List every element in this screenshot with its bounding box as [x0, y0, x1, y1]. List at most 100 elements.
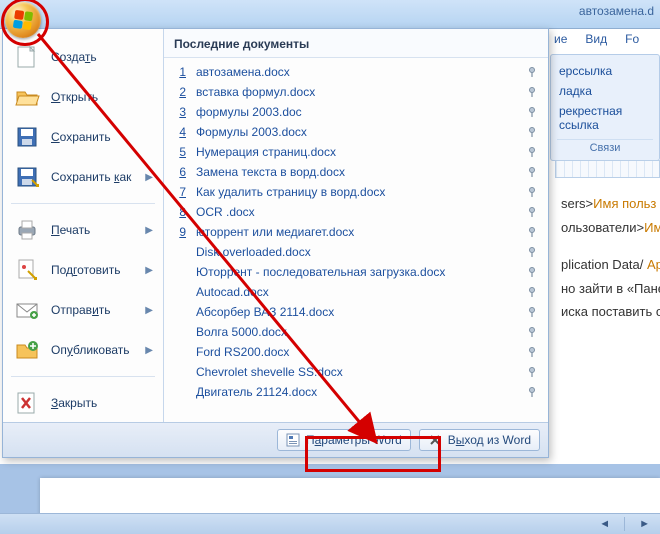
menu-item-label: Сохранить как [51, 170, 135, 184]
recent-doc-name: Формулы 2003.docx [196, 125, 516, 139]
menu-item-saveas[interactable]: Сохранить как▶ [3, 157, 163, 197]
menu-item-publish[interactable]: Опубликовать ▶ [3, 330, 163, 370]
recent-doc-item[interactable]: 3формулы 2003.doc [170, 102, 542, 122]
pin-icon[interactable] [526, 386, 538, 398]
recent-doc-number: 6 [174, 165, 186, 179]
recent-doc-item[interactable]: 1автозамена.docx [170, 62, 542, 82]
recent-doc-name: автозамена.docx [196, 65, 516, 79]
recent-doc-number: 7 [174, 185, 186, 199]
recent-doc-item[interactable]: Autocad.docx [170, 282, 542, 302]
menu-item-label: Печать [51, 223, 135, 237]
recent-doc-name: вставка формул.docx [196, 85, 516, 99]
recent-doc-item[interactable]: 8 OCR .docx [170, 202, 542, 222]
recent-doc-item[interactable]: Disk overloaded.docx [170, 242, 542, 262]
pin-icon[interactable] [526, 226, 538, 238]
office-menu-footer: Параметры Word Выход из Word [3, 422, 548, 457]
recent-doc-item[interactable]: Chevrolet shevelle SS.docx [170, 362, 542, 382]
menu-separator [11, 203, 155, 204]
office-menu-left-column: СоздатьОткрытьСохранитьСохранить как▶Печ… [3, 29, 164, 422]
menu-item-send[interactable]: Отправить▶ [3, 290, 163, 330]
pin-icon[interactable] [526, 346, 538, 358]
options-icon [286, 433, 300, 447]
recent-doc-name: Chevrolet shevelle SS.docx [196, 365, 516, 379]
ribbon-tab[interactable]: Вид [585, 32, 607, 46]
open-icon [13, 83, 41, 111]
pin-icon[interactable] [526, 166, 538, 178]
pin-icon[interactable] [526, 86, 538, 98]
word-options-button[interactable]: Параметры Word [277, 429, 411, 451]
menu-item-label: Опубликовать [51, 343, 135, 357]
status-bar: ◄ ► [0, 513, 660, 534]
ribbon-group-name: Связи [557, 139, 653, 158]
recent-doc-item[interactable]: Юторрент - последовательная загрузка.doc… [170, 262, 542, 282]
pin-icon[interactable] [526, 126, 538, 138]
recent-doc-number: 3 [174, 105, 186, 119]
recent-doc-name: OCR .docx [196, 205, 516, 219]
recent-doc-name: Двигатель 21124.docx [196, 385, 516, 399]
pin-icon[interactable] [526, 206, 538, 218]
close-icon [428, 433, 442, 447]
ribbon-cmd-hyperlink[interactable]: ерссылка [557, 61, 653, 81]
status-nav-prev-icon[interactable]: ◄ [599, 518, 610, 530]
exit-word-label: Выход из Word [448, 433, 531, 447]
ribbon-tab[interactable]: ие [554, 32, 567, 46]
send-icon [13, 296, 41, 324]
recent-doc-name: Юторрент - последовательная загрузка.doc… [196, 265, 516, 279]
menu-item-print[interactable]: Печать▶ [3, 210, 163, 250]
horizontal-ruler[interactable] [555, 160, 660, 178]
office-logo-icon [13, 10, 33, 30]
recent-doc-item[interactable]: 5Нумерация страниц.docx [170, 142, 542, 162]
submenu-arrow-icon: ▶ [145, 305, 153, 316]
pin-icon[interactable] [526, 246, 538, 258]
recent-doc-item[interactable]: Ford RS200.docx [170, 342, 542, 362]
recent-doc-item[interactable]: Двигатель 21124.docx [170, 382, 542, 402]
recent-doc-name: Ford RS200.docx [196, 345, 516, 359]
recent-doc-number: 9 [174, 225, 186, 239]
recent-doc-item[interactable]: 9 юторрент или медиагет.docx [170, 222, 542, 242]
pin-icon[interactable] [526, 326, 538, 338]
recent-doc-item[interactable]: 4 Формулы 2003.docx [170, 122, 542, 142]
menu-separator [11, 376, 155, 377]
pin-icon[interactable] [526, 66, 538, 78]
pin-icon[interactable] [526, 106, 538, 118]
recent-doc-item[interactable]: Волга 5000.docx [170, 322, 542, 342]
pin-icon[interactable] [526, 366, 538, 378]
menu-item-new[interactable]: Создать [3, 37, 163, 77]
recent-doc-name: Как удалить страницу в ворд.docx [196, 185, 516, 199]
recent-doc-name: Замена текста в ворд.docx [196, 165, 516, 179]
recent-doc-name: юторрент или медиагет.docx [196, 225, 516, 239]
recent-doc-item[interactable]: Абсорбер ВАЗ 2114.docx [170, 302, 542, 322]
recent-doc-item[interactable]: 7 Как удалить страницу в ворд.docx [170, 182, 542, 202]
ribbon-cmd-bookmark[interactable]: ладка [557, 81, 653, 101]
pin-icon[interactable] [526, 306, 538, 318]
status-nav-next-icon[interactable]: ► [639, 518, 650, 530]
pin-icon[interactable] [526, 266, 538, 278]
recent-doc-item[interactable]: 2вставка формул.docx [170, 82, 542, 102]
menu-item-label: Сохранить [51, 130, 153, 144]
ribbon-cmd-crossref[interactable]: рекрестная ссылка [557, 101, 653, 135]
menu-item-label: Закрыть [51, 396, 153, 410]
menu-item-close[interactable]: Закрыть [3, 383, 163, 423]
menu-item-label: Создать [51, 50, 153, 64]
recent-doc-name: Нумерация страниц.docx [196, 145, 516, 159]
office-menu-panel: СоздатьОткрытьСохранитьСохранить как▶Печ… [2, 28, 549, 458]
menu-item-open[interactable]: Открыть [3, 77, 163, 117]
recent-docs-list: 1автозамена.docx2вставка формул.docx3фор… [164, 58, 548, 422]
window-title: автозамена.d [579, 4, 654, 18]
document-area[interactable]: sers>Имя польз ользователи>Им plication … [555, 180, 660, 454]
recent-docs-header: Последние документы [164, 29, 548, 58]
pin-icon[interactable] [526, 146, 538, 158]
saveas-icon [13, 163, 41, 191]
submenu-arrow-icon: ▶ [145, 345, 153, 356]
menu-item-save[interactable]: Сохранить [3, 117, 163, 157]
exit-word-button[interactable]: Выход из Word [419, 429, 540, 451]
recent-doc-number: 8 [174, 205, 186, 219]
pin-icon[interactable] [526, 186, 538, 198]
recent-doc-item[interactable]: 6 Замена текста в ворд.docx [170, 162, 542, 182]
ribbon-tab[interactable]: Fo [625, 32, 639, 46]
office-button[interactable] [5, 2, 41, 38]
menu-item-prepare[interactable]: Подготовить▶ [3, 250, 163, 290]
pin-icon[interactable] [526, 286, 538, 298]
submenu-arrow-icon: ▶ [145, 265, 153, 276]
recent-doc-number: 4 [174, 125, 186, 139]
